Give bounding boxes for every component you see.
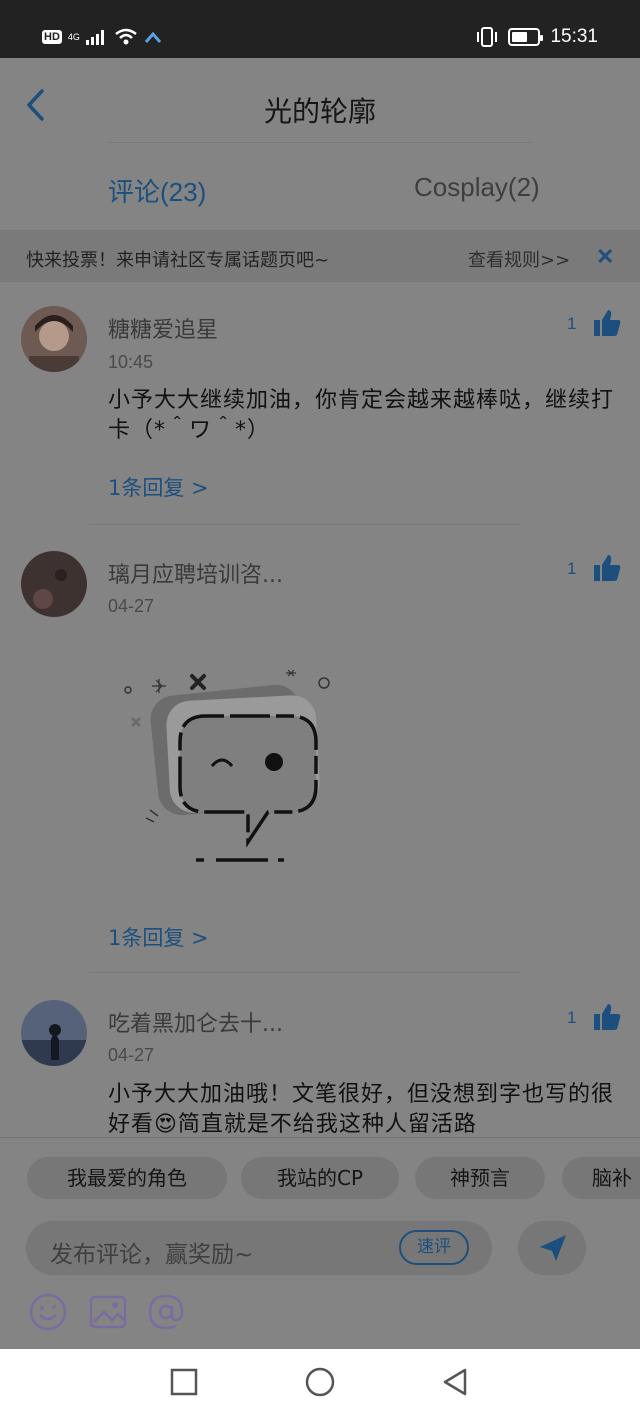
comment-placeholder: 发布评论，赢奖励~ (50, 1242, 254, 1268)
image-icon[interactable] (88, 1292, 128, 1332)
comment-username[interactable]: 糖糖爱追星 (108, 312, 218, 344)
send-button[interactable] (518, 1221, 586, 1275)
avatar[interactable] (21, 306, 87, 372)
comment-username[interactable]: 璃月应聘培训咨... (108, 557, 283, 589)
status-bar: HD 4G 15:31 (0, 0, 640, 58)
home-icon[interactable] (305, 1367, 335, 1397)
clock: 15:31 (550, 26, 598, 47)
like-count: 1 (567, 559, 577, 578)
network-label: 4G (67, 32, 80, 42)
signal-icon (85, 30, 104, 45)
rules-link[interactable]: 查看规则>> (468, 246, 570, 272)
thumbs-up-icon[interactable] (592, 1002, 622, 1032)
mention-icon[interactable] (146, 1292, 186, 1332)
recent-apps-icon[interactable] (169, 1367, 199, 1397)
status-left: HD 4G (42, 28, 162, 46)
topic-chip[interactable]: 我最爱的角色 (27, 1157, 227, 1199)
topic-chip[interactable]: 脑补 (562, 1157, 640, 1199)
system-nav-bar (0, 1349, 640, 1415)
quick-comment-button[interactable]: 速评 (399, 1230, 469, 1265)
avatar[interactable] (21, 551, 87, 617)
comment-text: 小予大大加油哦！文笔很好，但没想到字也写的很好看😍简直就是不给我这种人留活路 (108, 1082, 615, 1137)
comment-username[interactable]: 吃着黑加仑去十... (108, 1006, 283, 1038)
comment-text: 小予大大继续加油，你肯定会越来越棒哒，继续打卡（*＾ワ＾*） (108, 388, 615, 443)
like-count: 1 (567, 314, 577, 333)
hd-badge: HD (42, 30, 62, 44)
reply-link[interactable]: 1条回复 > (108, 922, 209, 952)
topic-chip[interactable]: 神预言 (415, 1157, 545, 1199)
emoji-icon[interactable] (28, 1292, 68, 1332)
comment-divider (90, 524, 520, 525)
thumbs-up-icon[interactable] (592, 553, 622, 583)
battery-icon (508, 28, 544, 46)
notice-banner: 快来投票！来申请社区专属话题页吧~ 查看规则>> ✕ (0, 230, 640, 282)
comment-time: 04-27 (108, 1045, 155, 1065)
back-icon[interactable] (441, 1367, 471, 1397)
tab-cosplay[interactable]: Cosplay(2) (414, 172, 540, 203)
comment-divider (90, 972, 520, 973)
comment-input[interactable]: 发布评论，赢奖励~ 速评 (26, 1221, 492, 1275)
vibrate-icon (477, 27, 498, 47)
close-icon[interactable]: ✕ (596, 244, 614, 270)
header: 光的轮廓 (0, 58, 640, 144)
thumbs-up-icon[interactable] (592, 308, 622, 338)
cloud-icon (144, 31, 162, 43)
comment-time: 04-27 (108, 596, 155, 616)
comment-page: HD 4G 15:31 光的轮廓 评论(23) Cosplay(2) 快来投票！… (0, 0, 640, 1415)
comment-time: 10:45 (108, 352, 154, 372)
wifi-icon (115, 28, 137, 45)
send-icon (540, 1235, 566, 1261)
topic-chip[interactable]: 我站的CP (241, 1157, 399, 1199)
header-divider (108, 142, 532, 143)
reply-link[interactable]: 1条回复 > (108, 472, 209, 502)
avatar[interactable] (21, 1000, 87, 1066)
tab-comments[interactable]: 评论(23) (108, 172, 206, 209)
page-title: 光的轮廓 (263, 95, 376, 128)
empty-chat-sticker (124, 669, 330, 862)
status-right: 15:31 (476, 26, 598, 48)
notice-text: 快来投票！来申请社区专属话题页吧~ (26, 250, 330, 271)
like-count: 1 (567, 1008, 577, 1027)
